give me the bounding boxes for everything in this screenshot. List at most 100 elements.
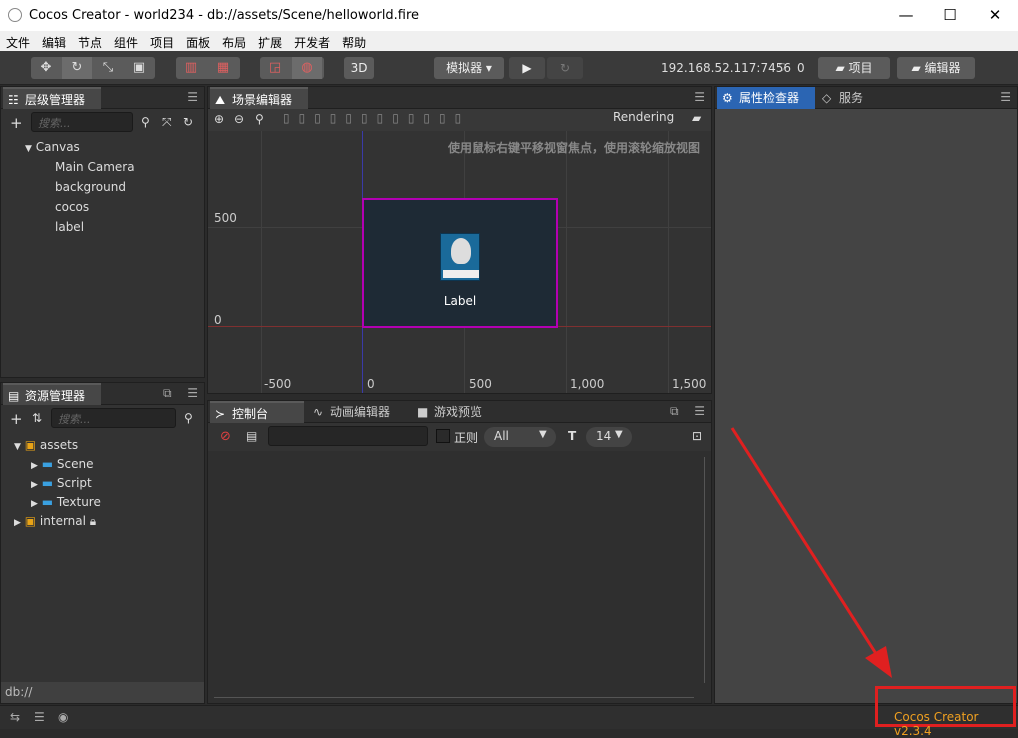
zoom-reset-icon[interactable]: ⚲: [255, 112, 264, 126]
menu-developer[interactable]: 开发者: [288, 31, 336, 51]
font-size-select[interactable]: 14 ▼: [586, 427, 632, 447]
database-icon[interactable]: ☰: [34, 710, 45, 724]
camera-icon[interactable]: ▰: [692, 111, 701, 125]
menu-file[interactable]: 文件: [0, 31, 36, 51]
sort-icon[interactable]: ⇅: [32, 411, 42, 425]
rendering-dropdown[interactable]: Rendering: [613, 110, 674, 124]
pivot-icon[interactable]: ▥: [176, 57, 206, 79]
local-space-icon[interactable]: ◲: [260, 57, 290, 79]
zoom-out-icon[interactable]: ⊖: [234, 112, 244, 126]
hierarchy-panel: ☷ 层级管理器 ☰ + 搜索... ⚲ ⤧ ↻ ▼ Canvas Main Cam…: [0, 86, 205, 378]
tree-item-scene[interactable]: ▶ ▬ Scene: [31, 457, 94, 471]
console-panel: ≻ 控制台 ∿ 动画编辑器 ■ 游戏预览 ⧉ ☰ ⊘ ▤ 正则 All ▼ T 14 ▼ …: [207, 400, 712, 704]
rotate-tool-icon[interactable]: ↻: [62, 57, 92, 79]
device-count: 0: [797, 61, 805, 75]
tree-item[interactable]: label: [55, 220, 84, 234]
search-icon[interactable]: ⚲: [184, 411, 193, 425]
tab-services[interactable]: ◇ 服务: [817, 87, 887, 109]
tab-inspector[interactable]: ⚙ 属性检查器: [717, 87, 815, 109]
tree-item-internal[interactable]: ▶ ▣ internal 🔒︎: [14, 514, 96, 529]
clear-console-icon[interactable]: ⊘: [220, 429, 231, 444]
popout-icon[interactable]: ⧉: [163, 386, 172, 401]
canvas-rect[interactable]: Label: [362, 198, 558, 328]
console-hscrollbar[interactable]: [214, 697, 694, 698]
play-button[interactable]: ▶: [509, 57, 545, 79]
scale-tool-icon[interactable]: ⤡: [93, 57, 123, 79]
preview-tab-label: 游戏预览: [434, 405, 483, 419]
tree-item-assets[interactable]: ▼ ▣ assets: [14, 438, 78, 452]
rect-tool-icon[interactable]: ▣: [124, 57, 154, 79]
tree-item[interactable]: background: [55, 180, 126, 194]
tree-item[interactable]: Main Camera: [55, 160, 135, 174]
hierarchy-search-input[interactable]: 搜索...: [31, 112, 133, 132]
tree-item-canvas[interactable]: ▼ Canvas: [25, 140, 80, 154]
tab-game-preview[interactable]: ■ 游戏预览: [412, 401, 502, 423]
regex-label: 正则: [454, 431, 479, 445]
inspector-header: ⚙ 属性检查器 ◇ 服务 ☰: [715, 87, 1017, 109]
folder-icon: ▬: [41, 457, 54, 471]
align-tools-icon[interactable]: ▯▯▯▯▯▯▯▯▯▯▯▯: [283, 111, 470, 125]
assets-tab-label: 资源管理器: [25, 389, 86, 403]
tree-item-texture[interactable]: ▶ ▬ Texture: [31, 495, 101, 509]
scene-toolbar: ⊕ ⊖ ⚲ ▯▯▯▯▯▯▯▯▯▯▯▯ Rendering ▰: [208, 109, 711, 131]
canvas-label: Canvas: [35, 140, 80, 154]
regex-checkbox[interactable]: [436, 429, 450, 443]
refresh-button[interactable]: ↻: [547, 57, 583, 79]
move-tool-icon[interactable]: ✥: [31, 57, 61, 79]
wifi-icon: ⌔: [777, 60, 789, 74]
tab-assets[interactable]: ▤ 资源管理器: [3, 383, 101, 405]
cocos-logo: [440, 233, 480, 281]
menu-component[interactable]: 组件: [108, 31, 144, 51]
scene-icon: ⛰: [215, 93, 226, 107]
console-scrollbar[interactable]: [704, 457, 705, 683]
panel-menu-icon[interactable]: ☰: [694, 404, 705, 418]
popout-icon[interactable]: ⧉: [670, 404, 679, 419]
assets-search-input[interactable]: 搜索...: [51, 408, 176, 428]
add-node-icon[interactable]: +: [10, 114, 23, 132]
panel-menu-icon[interactable]: ☰: [1000, 90, 1011, 104]
internal-label: internal: [39, 514, 86, 528]
open-editor-button[interactable]: ▰ 编辑器: [897, 57, 975, 79]
collapse-icon[interactable]: ⤧: [162, 115, 172, 130]
global-space-icon[interactable]: ◍: [292, 57, 322, 79]
tree-item[interactable]: cocos: [55, 200, 89, 214]
scene-folder-label: Scene: [56, 457, 94, 471]
caret-down-icon: ▼: [25, 144, 32, 154]
menu-node[interactable]: 节点: [72, 31, 108, 51]
zoom-in-icon[interactable]: ⊕: [214, 112, 224, 126]
close-button[interactable]: ✕: [981, 4, 1009, 26]
search-icon[interactable]: ⚲: [141, 115, 150, 129]
panel-menu-icon[interactable]: ☰: [694, 90, 705, 104]
toggle-3d-button[interactable]: 3D: [344, 57, 374, 79]
menu-help[interactable]: 帮助: [336, 31, 372, 51]
panel-menu-icon[interactable]: ☰: [187, 90, 198, 104]
console-filter-input[interactable]: [268, 426, 428, 446]
log-level-select[interactable]: All ▼: [484, 427, 556, 447]
open-project-button[interactable]: ▰ 项目: [818, 57, 890, 79]
tab-console[interactable]: ≻ 控制台: [210, 401, 304, 423]
menu-panel[interactable]: 面板: [180, 31, 216, 51]
center-icon[interactable]: ▦: [208, 57, 238, 79]
panel-menu-icon[interactable]: ☰: [187, 386, 198, 400]
collapse-icon[interactable]: ⊡: [692, 429, 702, 443]
menu-extension[interactable]: 扩展: [252, 31, 288, 51]
menu-edit[interactable]: 编辑: [36, 31, 72, 51]
sync-icon[interactable]: ⇆: [10, 710, 20, 724]
tab-animation-editor[interactable]: ∿ 动画编辑器: [308, 401, 408, 423]
tab-hierarchy[interactable]: ☷ 层级管理器: [3, 87, 101, 109]
tree-item-script[interactable]: ▶ ▬ Script: [31, 476, 92, 490]
y-tick: 500: [214, 211, 237, 225]
menu-layout[interactable]: 布局: [216, 31, 252, 51]
app-icon: [8, 8, 22, 22]
tab-scene-editor[interactable]: ⛰ 场景编辑器: [210, 87, 308, 109]
minimize-button[interactable]: —: [892, 4, 920, 26]
eye-icon[interactable]: ◉: [58, 710, 68, 724]
refresh-icon[interactable]: ↻: [183, 115, 193, 129]
add-asset-icon[interactable]: +: [10, 410, 23, 428]
simulator-dropdown[interactable]: 模拟器 ▾: [434, 57, 504, 79]
maximize-button[interactable]: ☐: [936, 4, 964, 26]
scene-viewport[interactable]: Label 使用鼠标右键平移视窗焦点，使用滚轮缩放视图 500 0 -500 0…: [208, 131, 711, 393]
menu-project[interactable]: 项目: [144, 31, 180, 51]
scene-tab-label: 场景编辑器: [232, 93, 293, 107]
log-file-icon[interactable]: ▤: [246, 429, 257, 443]
